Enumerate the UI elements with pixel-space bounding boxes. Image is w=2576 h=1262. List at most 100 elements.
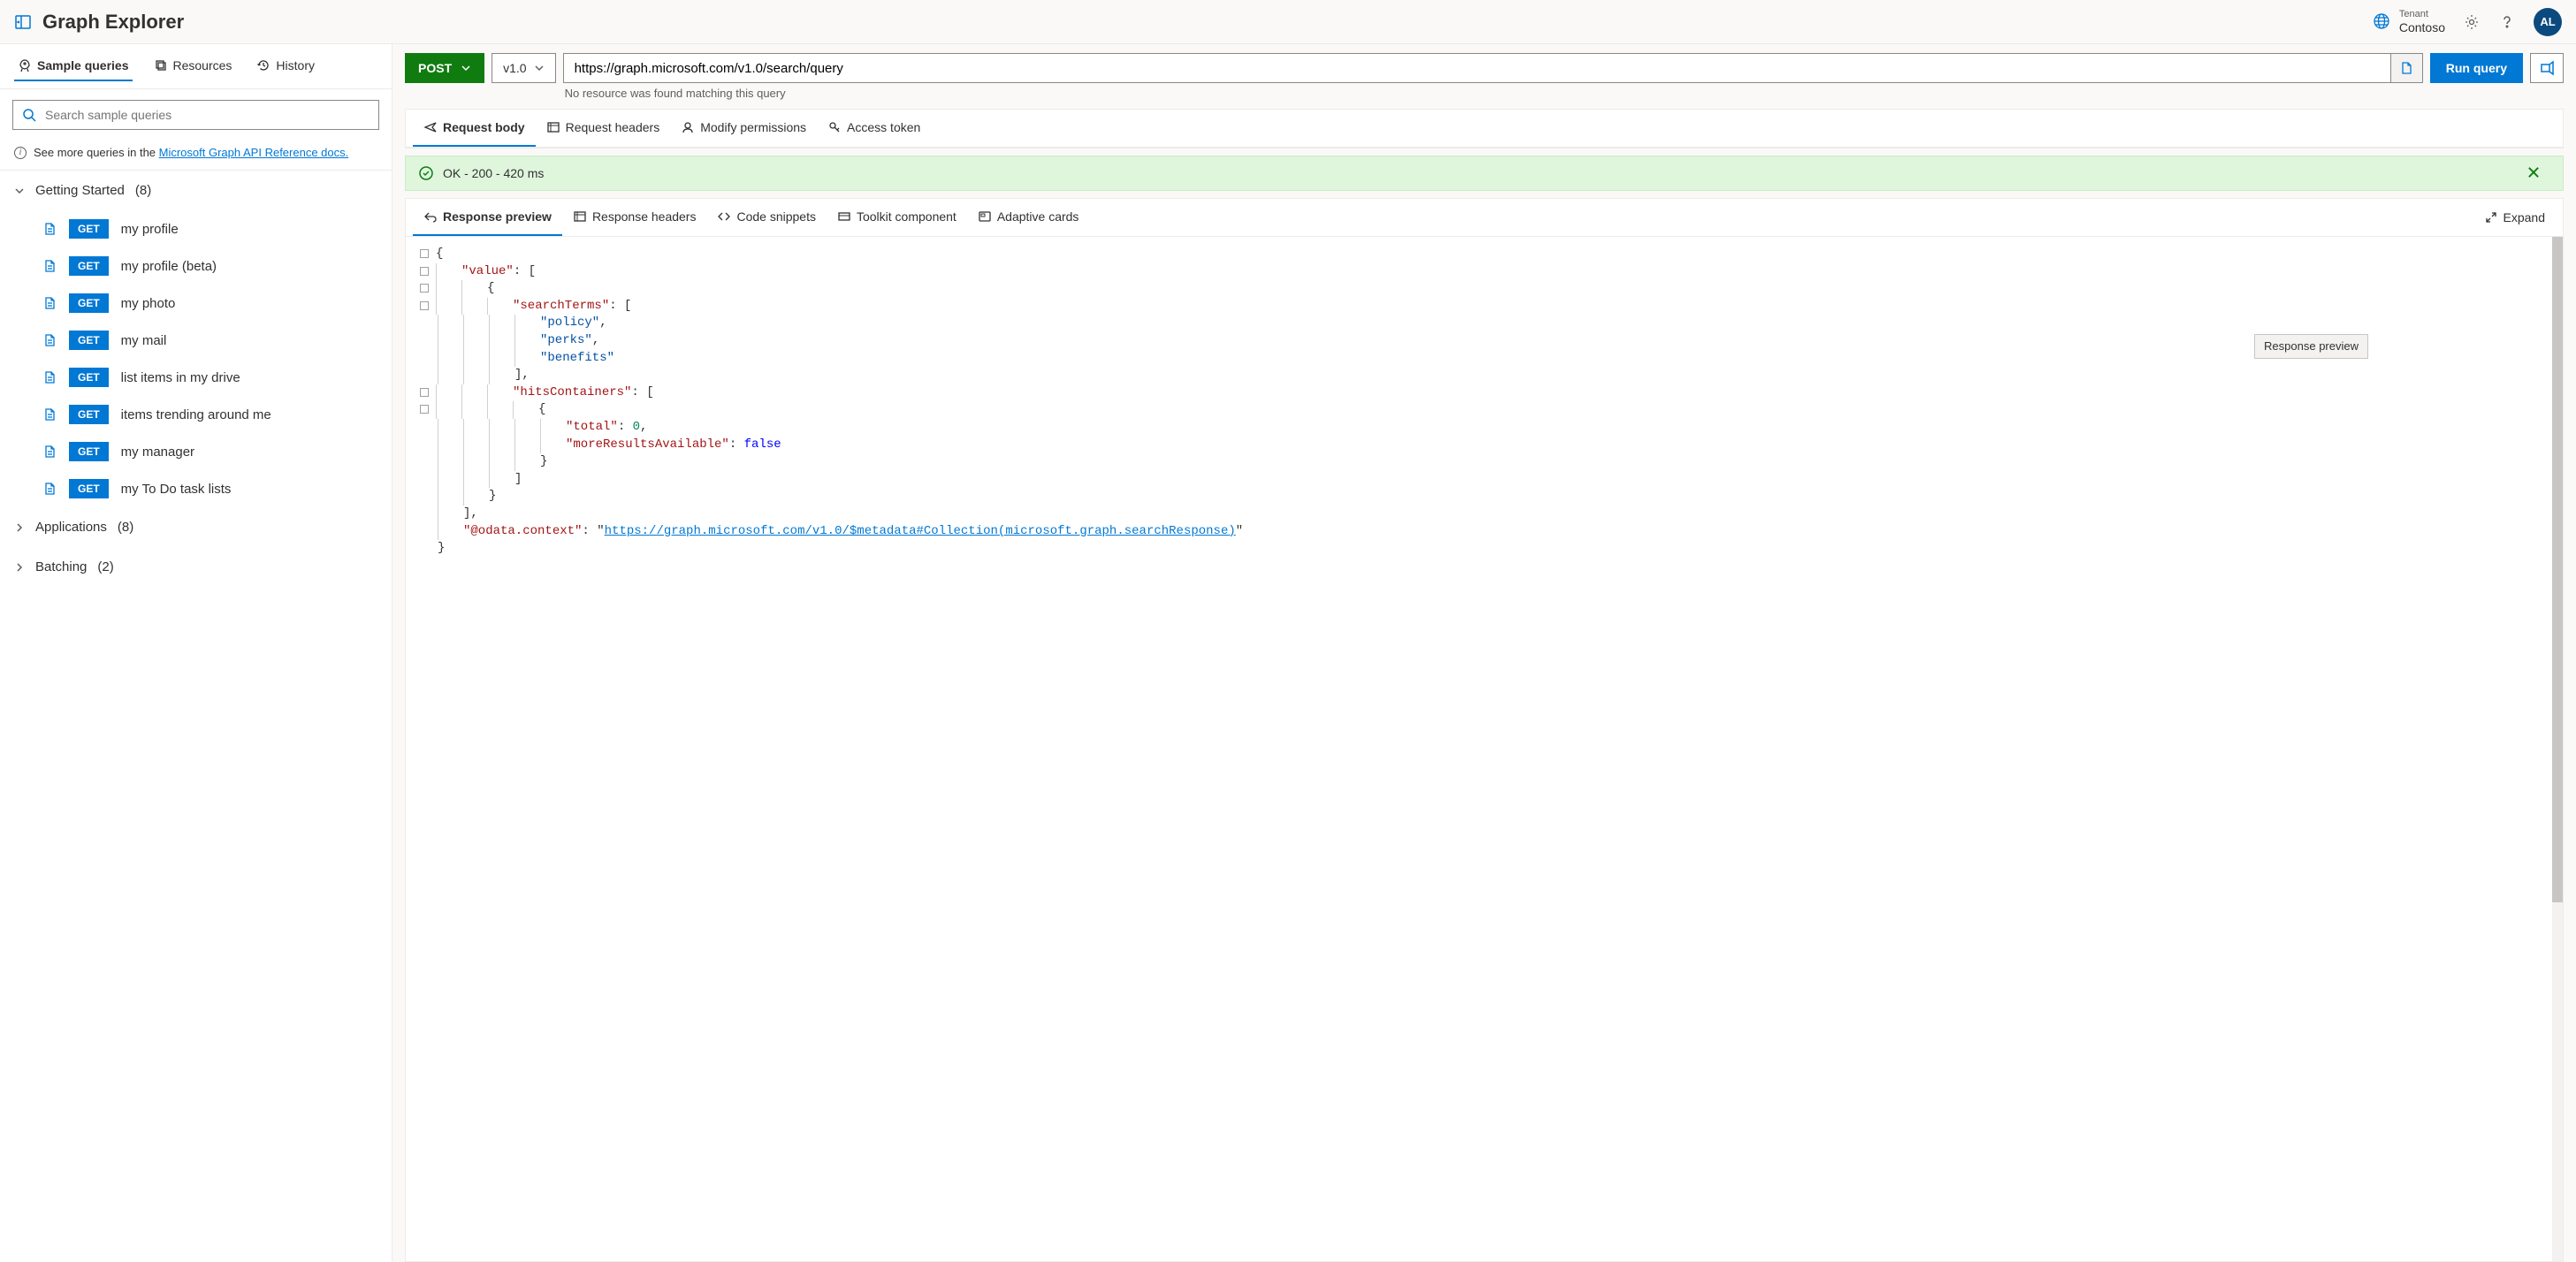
category-header[interactable]: Getting Started (8)	[0, 171, 392, 210]
fold-toggle[interactable]	[420, 249, 429, 258]
json-line: ],	[420, 506, 2549, 523]
json-line: }	[420, 453, 2549, 471]
app-header: Graph Explorer Tenant Contoso AL	[0, 0, 2576, 44]
json-line: "searchTerms": [	[420, 298, 2549, 316]
tab-label: Resources	[173, 58, 232, 72]
method-value: POST	[418, 61, 452, 75]
sample-query-item[interactable]: GETitems trending around me	[0, 396, 392, 433]
sample-query-item[interactable]: GETmy profile	[0, 210, 392, 247]
chevron-down-icon	[14, 186, 25, 196]
response-tabs: Response preview Response headers Code sni…	[406, 199, 2563, 237]
run-query-button[interactable]: Run query	[2430, 53, 2523, 83]
tab-resources[interactable]: Resources	[150, 51, 236, 81]
request-tab[interactable]: Request body	[413, 110, 536, 147]
query-label: list items in my drive	[121, 370, 240, 385]
settings-icon[interactable]	[2463, 13, 2481, 31]
permissions-icon	[681, 120, 695, 134]
query-label: my profile	[121, 222, 179, 237]
url-input[interactable]	[564, 54, 2390, 82]
request-tab[interactable]: Access token	[817, 110, 931, 147]
close-icon	[2526, 164, 2542, 180]
request-tab[interactable]: Modify permissions	[670, 110, 817, 147]
header-right: Tenant Contoso AL	[2373, 8, 2562, 36]
response-tab[interactable]: Adaptive cards	[967, 199, 1090, 236]
response-tab[interactable]: Code snippets	[706, 199, 827, 236]
help-icon[interactable]	[2498, 13, 2516, 31]
json-line: ],	[420, 367, 2549, 384]
tab-label: Request headers	[566, 120, 660, 134]
scrollbar-track[interactable]	[2552, 237, 2563, 1261]
fold-toggle[interactable]	[420, 388, 429, 397]
key-icon	[827, 120, 842, 134]
search-box[interactable]	[12, 100, 379, 130]
json-line: "benefits"	[420, 350, 2549, 368]
expand-button[interactable]: Expand	[2473, 200, 2556, 235]
app-title: Graph Explorer	[42, 11, 184, 34]
scrollbar-thumb[interactable]	[2552, 237, 2563, 902]
rocket-icon	[18, 58, 32, 72]
json-line: }	[420, 540, 2549, 558]
json-line: "hitsContainers": [	[420, 384, 2549, 402]
response-tab[interactable]: Toolkit component	[827, 199, 967, 236]
document-icon	[2399, 61, 2413, 75]
fold-toggle[interactable]	[420, 284, 429, 293]
share-button[interactable]	[2530, 53, 2564, 83]
fold-toggle[interactable]	[420, 405, 429, 414]
globe-icon	[2373, 12, 2390, 30]
response-tab[interactable]: Response headers	[562, 199, 707, 236]
tooltip: Response preview	[2254, 334, 2368, 359]
api-version-select[interactable]: v1.0	[492, 53, 555, 83]
sample-query-item[interactable]: GETmy To Do task lists	[0, 470, 392, 507]
sample-query-item[interactable]: GETmy photo	[0, 285, 392, 322]
http-method-select[interactable]: POST	[405, 53, 484, 83]
tab-label: History	[276, 58, 315, 72]
info-line: i See more queries in the Microsoft Grap…	[0, 141, 392, 171]
tenant-label: Tenant	[2399, 9, 2445, 20]
response-tab[interactable]: Response preview	[413, 199, 562, 236]
tab-label: Response headers	[592, 209, 697, 224]
sidebar-toggle-icon[interactable]	[14, 13, 32, 31]
query-label: my mail	[121, 333, 167, 348]
json-line: ]	[420, 471, 2549, 489]
json-line: }	[420, 488, 2549, 506]
json-line: "perks",	[420, 332, 2549, 350]
category-header[interactable]: Batching (2)	[0, 547, 392, 587]
send-icon	[423, 120, 438, 134]
search-input[interactable]	[45, 108, 370, 122]
document-icon	[42, 222, 57, 236]
sample-query-item[interactable]: GET my mail	[0, 322, 392, 359]
category-count: (8)	[135, 183, 151, 198]
user-avatar[interactable]: AL	[2534, 8, 2562, 36]
success-icon	[418, 165, 434, 181]
headers-icon	[573, 209, 587, 224]
json-line: {	[420, 246, 2549, 263]
odata-context-link[interactable]: https://graph.microsoft.com/v1.0/$metada…	[605, 524, 1236, 538]
tab-sample-queries[interactable]: Sample queries	[14, 51, 133, 81]
url-doc-button[interactable]	[2390, 54, 2422, 82]
json-line: "policy",	[420, 315, 2549, 332]
request-tab[interactable]: Request headers	[536, 110, 671, 147]
info-text: See more queries in the	[34, 146, 159, 159]
sample-query-item[interactable]: GETlist items in my drive	[0, 359, 392, 396]
json-line: "value": [	[420, 263, 2549, 281]
fold-toggle[interactable]	[420, 267, 429, 276]
json-line: "@odata.context": "https://graph.microso…	[420, 523, 2549, 541]
close-status-button[interactable]	[2526, 164, 2550, 183]
category-name: Applications	[35, 520, 107, 535]
info-link[interactable]: Microsoft Graph API Reference docs.	[159, 146, 349, 159]
code-icon	[717, 209, 731, 224]
fold-toggle[interactable]	[420, 301, 429, 310]
json-line: {	[420, 401, 2549, 419]
tab-label: Modify permissions	[700, 120, 806, 134]
sample-query-item[interactable]: GETmy profile (beta)	[0, 247, 392, 285]
tenant-block[interactable]: Tenant Contoso	[2373, 9, 2445, 35]
json-viewer[interactable]: Response preview {"value": [{"searchTerm…	[406, 237, 2563, 1261]
json-line: {	[420, 280, 2549, 298]
tab-history[interactable]: History	[253, 51, 318, 81]
query-label: items trending around me	[121, 407, 271, 422]
category-header[interactable]: Applications (8)	[0, 507, 392, 547]
tenant-name: Contoso	[2399, 20, 2445, 35]
sample-query-item[interactable]: GETmy manager	[0, 433, 392, 470]
tab-label: Toolkit component	[857, 209, 956, 224]
method-badge: GET	[69, 331, 109, 350]
